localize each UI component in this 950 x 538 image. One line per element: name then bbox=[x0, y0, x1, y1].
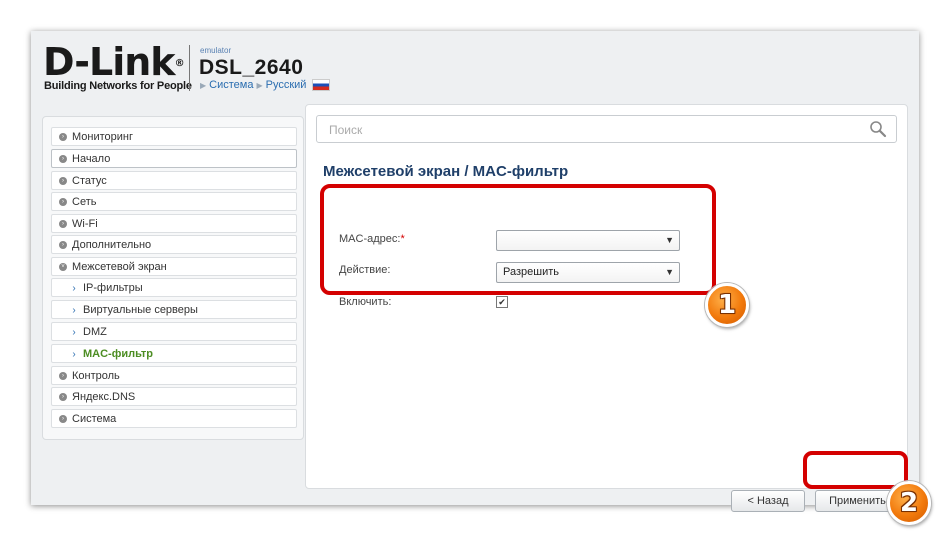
header-divider bbox=[189, 45, 190, 91]
sidebar-item-yandex-dns[interactable]: › Яндекс.DNS bbox=[51, 387, 297, 406]
chevron-right-icon: › bbox=[59, 177, 67, 185]
chevron-right-icon: › bbox=[59, 133, 67, 141]
system-link[interactable]: Система bbox=[209, 79, 253, 91]
chevron-right-icon: › bbox=[59, 220, 67, 228]
model-name: DSL_2640 bbox=[199, 56, 304, 79]
chevron-right-icon: › bbox=[72, 283, 76, 294]
sidebar-item-status[interactable]: › Статус bbox=[51, 171, 297, 190]
apply-highlight-box bbox=[803, 451, 908, 489]
arrow-right-icon: ▶ bbox=[256, 80, 263, 90]
sidebar-item-wifi[interactable]: › Wi-Fi bbox=[51, 214, 297, 233]
sidebar-item-monitoring[interactable]: › Мониторинг bbox=[51, 127, 297, 146]
header: D-Link® Building Networks for People emu… bbox=[31, 31, 919, 103]
annotation-badge-1: 1 bbox=[705, 283, 749, 327]
sidebar-item-network[interactable]: › Сеть bbox=[51, 192, 297, 211]
sidebar-item-advanced[interactable]: › Дополнительно bbox=[51, 235, 297, 254]
russia-flag-icon[interactable] bbox=[312, 79, 331, 91]
router-web-interface: D-Link® Building Networks for People emu… bbox=[31, 31, 919, 512]
chevron-right-icon: › bbox=[59, 393, 67, 401]
sidebar-item-control[interactable]: › Контроль bbox=[51, 366, 297, 385]
action-select[interactable]: Разрешить ▼ bbox=[496, 262, 680, 283]
main-content: Межсетевой экран / MAC-фильтр MAC-адрес:… bbox=[305, 104, 908, 512]
language-link[interactable]: Русский bbox=[266, 79, 307, 91]
enable-checkbox[interactable]: ✔ bbox=[496, 296, 508, 308]
chevron-right-icon: › bbox=[59, 198, 67, 206]
chevron-right-icon: › bbox=[59, 155, 67, 163]
sidebar-menu: › Мониторинг › Начало › Статус › Сеть › Wi-Fi… bbox=[42, 116, 304, 440]
chevron-right-icon: › bbox=[72, 327, 76, 338]
logo-tagline: Building Networks for People bbox=[44, 80, 192, 92]
required-mark: * bbox=[400, 233, 405, 245]
chevron-right-icon: › bbox=[59, 415, 67, 423]
dropdown-arrow-icon: ▼ bbox=[665, 267, 674, 277]
sidebar-item-mac-filter[interactable]: › MAC-фильтр bbox=[51, 344, 297, 363]
chevron-right-icon: › bbox=[72, 305, 76, 316]
action-label: Действие: bbox=[339, 264, 391, 276]
chevron-right-icon: › bbox=[59, 372, 67, 380]
sidebar-item-system[interactable]: › Система bbox=[51, 409, 297, 428]
search-box bbox=[316, 115, 897, 143]
sidebar-item-start[interactable]: › Начало bbox=[51, 149, 297, 168]
sidebar-item-ip-filters[interactable]: › IP-фильтры bbox=[51, 278, 297, 297]
mac-address-select[interactable]: ▼ bbox=[496, 230, 680, 251]
enable-label: Включить: bbox=[339, 296, 392, 308]
chevron-right-icon: › bbox=[59, 241, 67, 249]
search-input[interactable] bbox=[327, 120, 851, 140]
back-button[interactable]: < Назад bbox=[731, 490, 805, 512]
dropdown-arrow-icon: ▼ bbox=[665, 235, 674, 245]
sidebar-item-virtual-servers[interactable]: › Виртуальные серверы bbox=[51, 300, 297, 319]
chevron-down-icon: ˅ bbox=[59, 263, 67, 271]
mac-address-label: MAC-адрес:* bbox=[339, 233, 405, 245]
sidebar-item-firewall[interactable]: ˅ Межсетевой экран bbox=[51, 257, 297, 276]
chevron-right-icon: › bbox=[72, 349, 76, 360]
sidebar-item-dmz[interactable]: › DMZ bbox=[51, 322, 297, 341]
annotation-badge-2: 2 bbox=[887, 481, 931, 525]
emulator-label: emulator bbox=[200, 46, 232, 55]
arrow-right-icon: ▶ bbox=[200, 80, 207, 90]
header-links: ▶ Система ▶ Русский bbox=[200, 79, 331, 91]
dlink-logo: D-Link® bbox=[43, 40, 185, 84]
page-title: Межсетевой экран / MAC-фильтр bbox=[323, 163, 569, 180]
search-icon[interactable] bbox=[869, 120, 887, 138]
